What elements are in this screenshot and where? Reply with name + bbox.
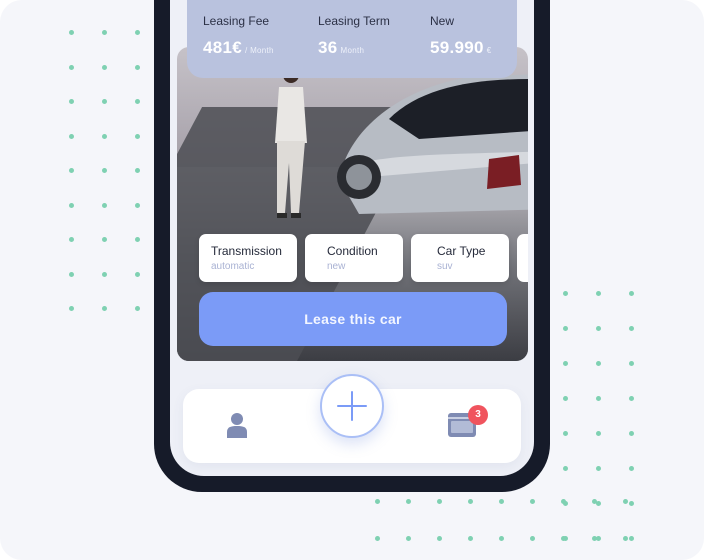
new-price: New 59.990 €	[430, 14, 492, 58]
leasing-term-value: 36 Month	[318, 38, 390, 58]
spec-value: automatic	[211, 261, 255, 272]
spec-chip-condition[interactable]: Condition new	[305, 234, 403, 282]
user-icon[interactable]	[227, 412, 247, 438]
leasing-summary-card: Leasing Fee 481€ / Month Leasing Term 36 M…	[187, 0, 517, 78]
leasing-fee-unit: / Month	[245, 46, 274, 55]
spec-chip-transmission[interactable]: Transmission automatic	[199, 234, 297, 282]
new-price-amount: 59.990	[430, 38, 484, 57]
spec-chip-car-type[interactable]: Car Type suv	[411, 234, 509, 282]
leasing-fee-value: 481€ / Month	[203, 38, 274, 58]
new-price-unit: €	[486, 46, 492, 55]
leasing-fee-label: Leasing Fee	[203, 14, 270, 28]
leasing-term: Leasing Term 36 Month	[318, 14, 390, 58]
spec-title: Condition	[327, 244, 378, 258]
new-price-label: New	[430, 14, 455, 28]
plus-icon	[337, 391, 367, 421]
leasing-term-label: Leasing Term	[318, 14, 390, 28]
leasing-term-amount: 36	[318, 38, 338, 57]
new-price-value: 59.990 €	[430, 38, 492, 58]
spec-value: new	[327, 261, 346, 272]
decorative-dots-left	[69, 30, 140, 311]
spec-title: Car Type	[437, 244, 486, 258]
spec-value: suv	[437, 261, 453, 272]
spec-chip-row[interactable]: Transmission automatic Condition new Car…	[199, 234, 528, 282]
lease-this-car-button[interactable]: Lease this car	[199, 292, 507, 346]
decorative-dots-bottom	[375, 499, 628, 541]
cart-badge: 3	[468, 405, 488, 425]
car-image	[337, 74, 528, 214]
spec-title: Transmission	[211, 244, 282, 258]
phone-screen: Leasing Fee 481€ / Month Leasing Term 36 M…	[170, 0, 534, 476]
leasing-fee: Leasing Fee 481€ / Month	[203, 14, 274, 58]
person-image	[275, 67, 307, 218]
add-button[interactable]	[320, 374, 384, 438]
leasing-term-unit: Month	[340, 46, 365, 55]
leasing-fee-amount: 481€	[203, 38, 243, 57]
spec-chip-partial[interactable]	[517, 234, 528, 282]
